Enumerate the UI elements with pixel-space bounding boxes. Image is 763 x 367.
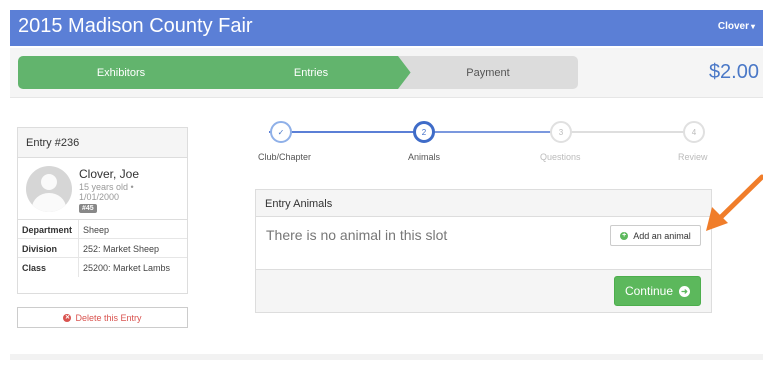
- wizard-step-label: Club/Chapter: [258, 152, 312, 162]
- wizard-step-club-chapter[interactable]: ✓: [270, 121, 292, 143]
- delete-entry-label: Delete this Entry: [75, 312, 142, 323]
- progress-step-payment[interactable]: Payment: [398, 56, 578, 89]
- user-menu[interactable]: Clover ▾: [718, 21, 755, 32]
- add-animal-label: Add an animal: [633, 230, 691, 241]
- wizard-connector: [269, 131, 425, 133]
- arrow-right-circle-icon: ➜: [679, 285, 691, 297]
- wizard-connector: [561, 131, 697, 133]
- progress-step-exhibitors[interactable]: Exhibitors: [18, 56, 224, 89]
- wizard-step-label: Questions: [540, 152, 581, 162]
- wizard-step-label: Review: [678, 152, 708, 162]
- plus-circle-icon: +: [620, 231, 629, 240]
- continue-label: Continue: [624, 284, 674, 298]
- detail-row-division: Division 252: Market Sheep: [18, 239, 187, 258]
- exhibitor-name: Clover, Joe: [79, 167, 140, 181]
- delete-entry-button[interactable]: ✕ Delete this Entry: [17, 307, 188, 328]
- detail-label: Division: [18, 239, 79, 257]
- progress-step-label: Payment: [466, 66, 510, 79]
- panel-title: Entry Animals: [256, 190, 711, 217]
- exhibitor-profile: Clover, Joe 15 years old • 1/01/2000 #45: [18, 158, 187, 220]
- step-number: 2: [421, 127, 427, 137]
- page-footer-divider: [10, 354, 763, 360]
- wizard-step-animals[interactable]: 2: [413, 121, 435, 143]
- wizard-step-questions: 3: [550, 121, 572, 143]
- continue-button[interactable]: Continue ➜: [614, 276, 701, 306]
- detail-value: Sheep: [83, 225, 110, 235]
- animal-slot: There is no animal in this slot + Add an…: [256, 217, 711, 270]
- exhibitor-age: 15 years old •: [79, 182, 134, 192]
- chevron-down-icon: ▾: [750, 22, 755, 31]
- progress-step-label: Exhibitors: [96, 66, 146, 79]
- avatar-head: [41, 174, 57, 190]
- wizard-connector: [425, 131, 561, 133]
- top-navbar: 2015 Madison County Fair Clover ▾: [10, 10, 763, 46]
- close-circle-icon: ✕: [63, 313, 72, 322]
- wizard-step-review: 4: [683, 121, 705, 143]
- detail-row-department: Department Sheep: [18, 220, 187, 239]
- entry-summary-card: Entry #236 Clover, Joe 15 years old • 1/…: [17, 127, 188, 294]
- page-title: 2015 Madison County Fair: [18, 15, 253, 37]
- exhibitor-dob: 1/01/2000: [79, 192, 120, 202]
- user-name: Clover: [717, 21, 749, 32]
- entry-number: Entry #236: [18, 128, 187, 158]
- checkout-progress-bar: Exhibitors Entries Payment $2.00: [10, 48, 763, 98]
- wizard-step-label: Animals: [408, 152, 441, 162]
- detail-row-class: Class 25200: Market Lambs: [18, 258, 187, 277]
- detail-value: 25200: Market Lambs: [83, 263, 171, 273]
- step-number: 3: [558, 127, 564, 137]
- avatar: [26, 166, 72, 212]
- progress-step-entries[interactable]: Entries: [208, 56, 414, 89]
- exhibitor-badge: #45: [79, 204, 97, 213]
- empty-slot-message: There is no animal in this slot: [266, 227, 448, 243]
- avatar-body: [32, 193, 66, 212]
- entry-animals-panel: Entry Animals There is no animal in this…: [255, 189, 712, 313]
- check-icon: ✓: [277, 127, 285, 137]
- add-animal-button[interactable]: + Add an animal: [610, 225, 701, 246]
- entry-wizard-steps: ✓ 2 3 4 Club/Chapter Animals Questions R…: [255, 117, 715, 167]
- detail-label: Class: [18, 258, 79, 277]
- cart-total: $2.00: [708, 61, 759, 83]
- step-number: 4: [691, 127, 697, 137]
- detail-value: 252: Market Sheep: [83, 244, 160, 254]
- annotation-arrow-shaft: [715, 174, 763, 223]
- annotation-arrow-icon: [706, 174, 763, 231]
- progress-step-label: Entries: [293, 66, 329, 79]
- panel-footer: Continue ➜: [256, 270, 711, 312]
- detail-label: Department: [18, 220, 79, 238]
